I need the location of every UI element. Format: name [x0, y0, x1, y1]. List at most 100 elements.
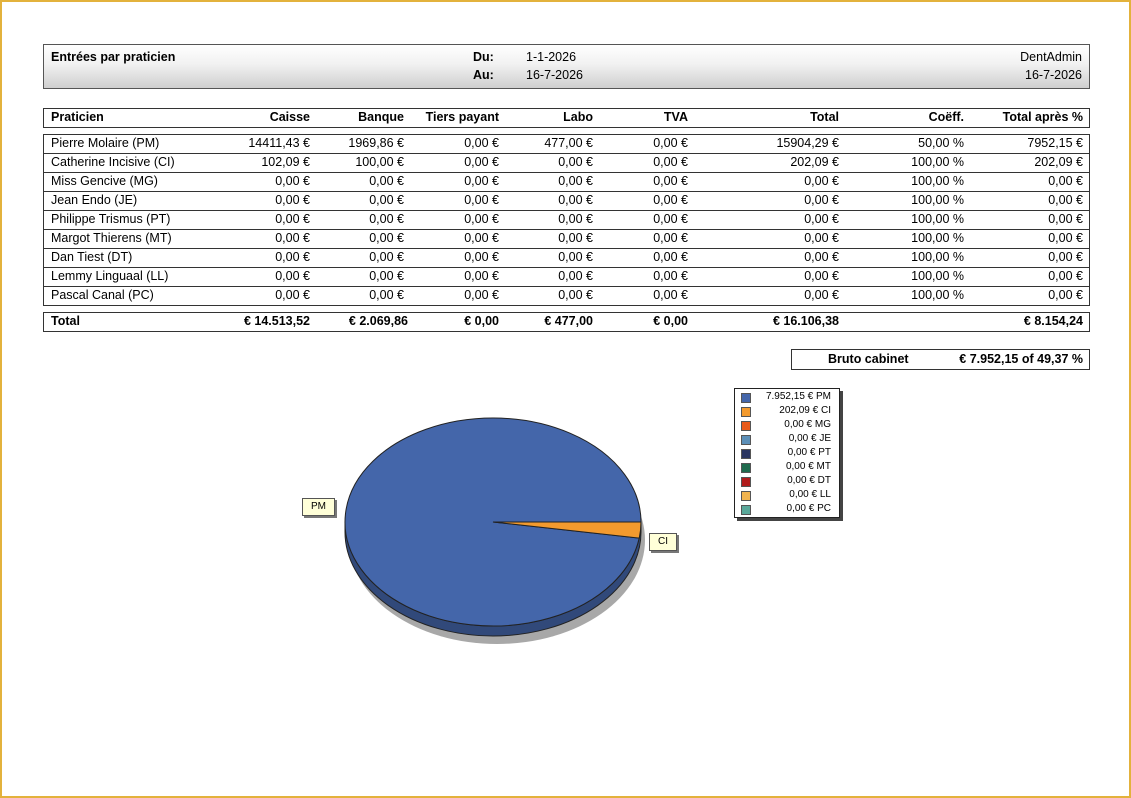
- legend-swatch: [741, 477, 751, 487]
- cell-tiers: 0,00 €: [464, 288, 499, 302]
- cell-total: 0,00 €: [804, 231, 839, 245]
- cell-after: 0,00 €: [1048, 174, 1083, 188]
- cell-banque: 0,00 €: [369, 288, 404, 302]
- cell-tiers: 0,00 €: [464, 155, 499, 169]
- cell-caisse: 0,00 €: [275, 288, 310, 302]
- col-total: Total: [810, 110, 839, 124]
- cell-after: 0,00 €: [1048, 193, 1083, 207]
- table-row: Lemmy Linguaal (LL) 0,00 € 0,00 € 0,00 € 0,0…: [44, 268, 1089, 287]
- legend-item: 0,00 € MG: [735, 418, 839, 432]
- cell-total: 15904,29 €: [776, 136, 839, 150]
- totals-caisse: € 14.513,52: [243, 314, 310, 328]
- cell-tva: 0,00 €: [653, 250, 688, 264]
- pie-chart: [344, 417, 645, 644]
- legend-item: 0,00 € MT: [735, 460, 839, 474]
- legend-label: 0,00 € MT: [785, 461, 831, 472]
- col-tiers-payant: Tiers payant: [425, 110, 499, 124]
- cell-labo: 0,00 €: [558, 250, 593, 264]
- cell-banque: 0,00 €: [369, 193, 404, 207]
- cell-after: 0,00 €: [1048, 212, 1083, 226]
- cell-labo: 0,00 €: [558, 269, 593, 283]
- cell-labo: 477,00 €: [544, 136, 593, 150]
- to-date: 16-7-2026: [526, 68, 583, 82]
- cell-labo: 0,00 €: [558, 155, 593, 169]
- table-row: Margot Thierens (MT) 0,00 € 0,00 € 0,00 € 0,…: [44, 230, 1089, 249]
- legend-swatch: [741, 393, 751, 403]
- from-label: Du:: [473, 50, 494, 64]
- legend-swatch: [741, 449, 751, 459]
- totals-labo: € 477,00: [544, 314, 593, 328]
- cell-banque: 100,00 €: [355, 155, 404, 169]
- legend-item: 0,00 € DT: [735, 474, 839, 488]
- cell-coeff: 100,00 %: [911, 212, 964, 226]
- legend-swatch: [741, 407, 751, 417]
- bruto-value: € 7.952,15 of 49,37 %: [959, 352, 1083, 366]
- legend-label: 202,09 € CI: [779, 405, 831, 416]
- table-row: Dan Tiest (DT) 0,00 € 0,00 € 0,00 € 0,00 € 0,…: [44, 249, 1089, 268]
- cell-caisse: 0,00 €: [275, 269, 310, 283]
- cell-after: 202,09 €: [1034, 155, 1083, 169]
- legend-label: 0,00 € LL: [789, 489, 831, 500]
- cell-praticien: Philippe Trismus (PT): [51, 212, 171, 226]
- cell-after: 0,00 €: [1048, 269, 1083, 283]
- cell-tva: 0,00 €: [653, 212, 688, 226]
- legend-swatch: [741, 505, 751, 515]
- cell-tva: 0,00 €: [653, 193, 688, 207]
- cell-coeff: 100,00 %: [911, 231, 964, 245]
- col-caisse: Caisse: [269, 110, 310, 124]
- totals-banque: € 2.069,86: [348, 314, 408, 328]
- from-date: 1-1-2026: [526, 50, 577, 64]
- cell-tiers: 0,00 €: [464, 212, 499, 226]
- col-coeff: Coëff.: [928, 110, 964, 124]
- table-row: Pascal Canal (PC) 0,00 € 0,00 € 0,00 € 0,00 …: [44, 287, 1089, 306]
- cell-labo: 0,00 €: [558, 174, 593, 188]
- cell-labo: 0,00 €: [558, 212, 593, 226]
- cell-tiers: 0,00 €: [464, 193, 499, 207]
- cell-caisse: 0,00 €: [275, 212, 310, 226]
- table-row: Pierre Molaire (PM) 14411,43 € 1969,86 € 0,…: [44, 135, 1089, 154]
- cell-banque: 0,00 €: [369, 250, 404, 264]
- legend-item: 0,00 € LL: [735, 488, 839, 502]
- report-header: Entrées par praticien Du: 1-1-2026 Au: 1…: [43, 44, 1090, 89]
- user-name: DentAdmin: [1020, 50, 1082, 64]
- cell-tva: 0,00 €: [653, 288, 688, 302]
- legend-label: 0,00 € PT: [787, 447, 831, 458]
- cell-after: 7952,15 €: [1027, 136, 1083, 150]
- totals-total: € 16.106,38: [772, 314, 839, 328]
- legend-label: 0,00 € PC: [786, 503, 831, 514]
- cell-total: 0,00 €: [804, 212, 839, 226]
- cell-tva: 0,00 €: [653, 174, 688, 188]
- cell-coeff: 100,00 %: [911, 269, 964, 283]
- legend-label: 7.952,15 € PM: [765, 391, 831, 402]
- cell-coeff: 100,00 %: [911, 193, 964, 207]
- cell-tiers: 0,00 €: [464, 269, 499, 283]
- cell-banque: 0,00 €: [369, 174, 404, 188]
- cell-praticien: Jean Endo (JE): [51, 193, 138, 207]
- cell-after: 0,00 €: [1048, 250, 1083, 264]
- cell-labo: 0,00 €: [558, 231, 593, 245]
- legend-item: 0,00 € PT: [735, 446, 839, 460]
- col-praticien: Praticien: [51, 110, 104, 124]
- cell-total: 0,00 €: [804, 269, 839, 283]
- col-labo: Labo: [563, 110, 593, 124]
- cell-praticien: Miss Gencive (MG): [51, 174, 158, 188]
- cell-coeff: 100,00 %: [911, 155, 964, 169]
- cell-banque: 0,00 €: [369, 231, 404, 245]
- legend-item: 202,09 € CI: [735, 404, 839, 418]
- legend-item: 0,00 € PC: [735, 502, 839, 516]
- cell-praticien: Pascal Canal (PC): [51, 288, 154, 302]
- legend-swatch: [741, 435, 751, 445]
- cell-banque: 0,00 €: [369, 212, 404, 226]
- pie-callout-pm: PM: [302, 498, 335, 516]
- pie-callout-ci: CI: [649, 533, 677, 551]
- to-label: Au:: [473, 68, 494, 82]
- cell-caisse: 0,00 €: [275, 193, 310, 207]
- cell-total: 0,00 €: [804, 288, 839, 302]
- cell-after: 0,00 €: [1048, 231, 1083, 245]
- totals-tiers: € 0,00: [464, 314, 499, 328]
- table-header: Praticien Caisse Banque Tiers payant Lab…: [43, 108, 1090, 128]
- legend-label: 0,00 € DT: [787, 475, 831, 486]
- cell-labo: 0,00 €: [558, 193, 593, 207]
- legend-swatch: [741, 421, 751, 431]
- cell-caisse: 14411,43 €: [248, 136, 310, 150]
